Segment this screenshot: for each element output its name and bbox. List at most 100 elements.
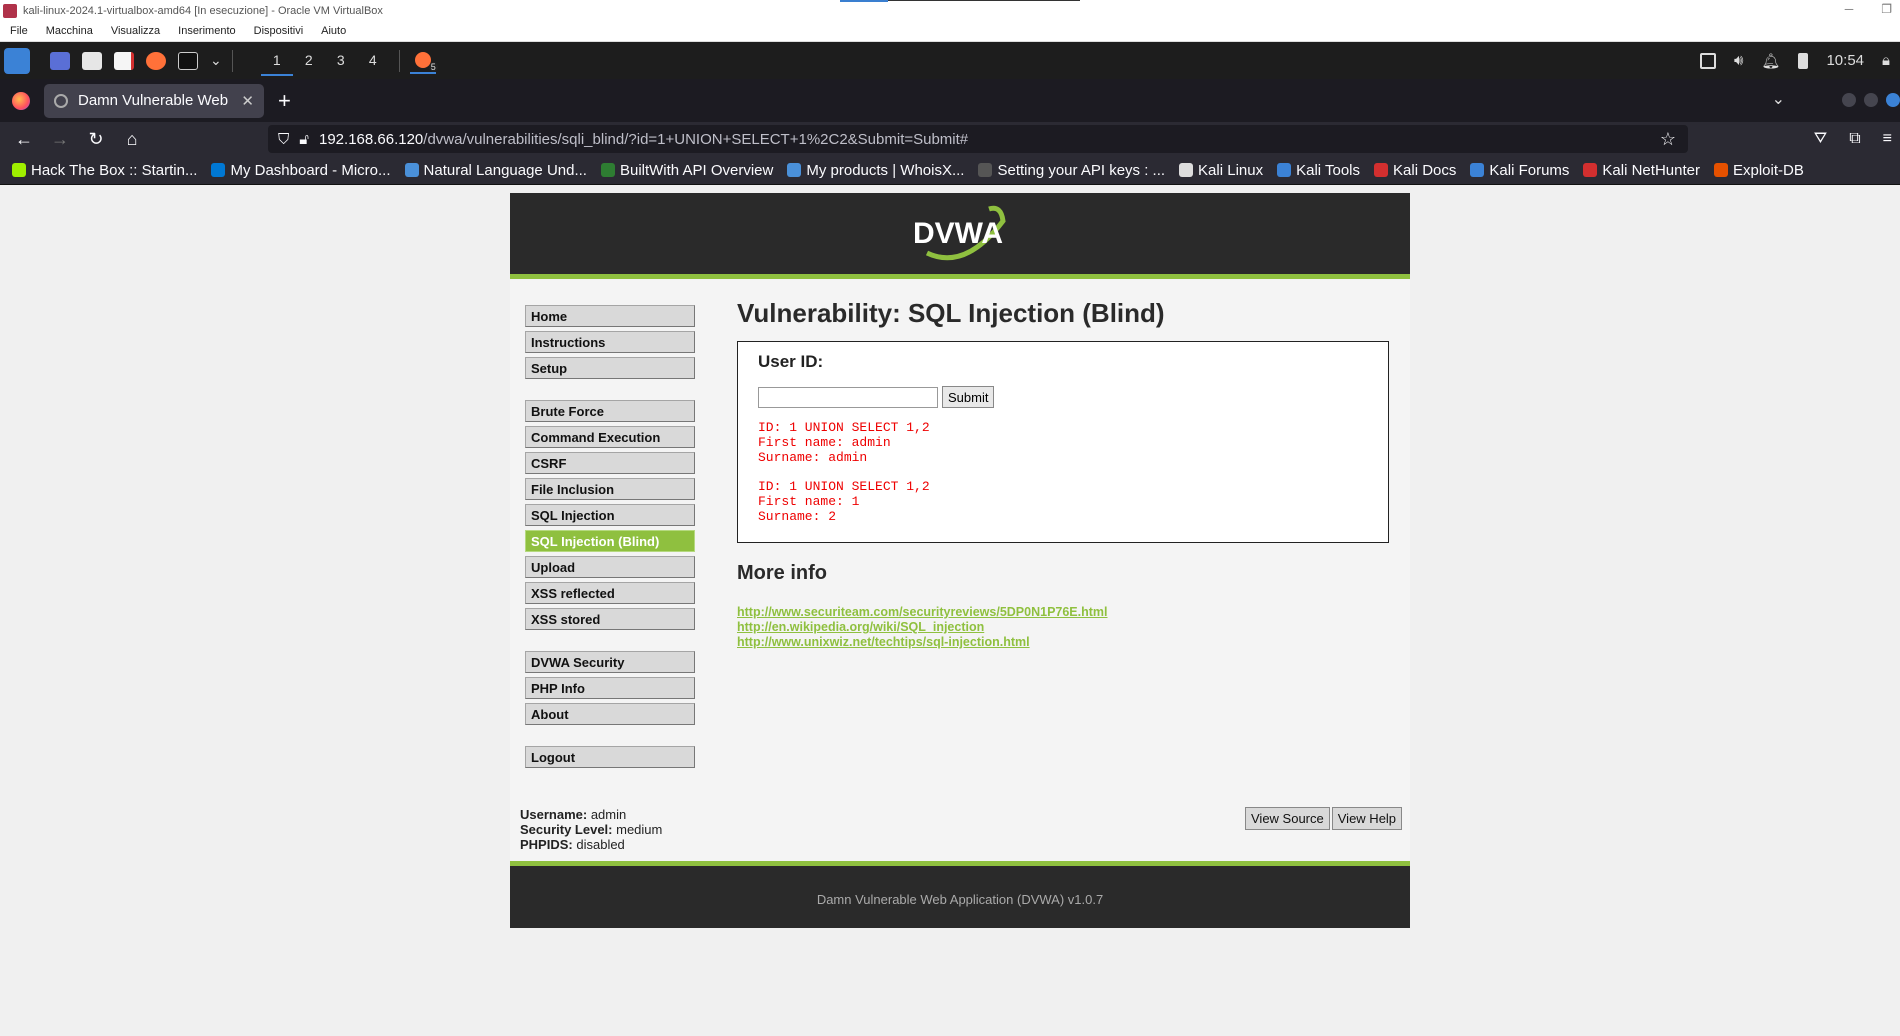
sidebar-item-home[interactable]: Home: [525, 305, 695, 327]
username-value: admin: [590, 807, 627, 822]
bookmark-item[interactable]: My Dashboard - Micro...: [211, 162, 391, 179]
url-bar[interactable]: ⛉ 🔓︎ 192.168.66.120/dvwa/vulnerabilities…: [268, 125, 1688, 153]
menu-icon[interactable]: ≡: [1883, 130, 1892, 148]
display-icon[interactable]: [1699, 52, 1716, 69]
sidebar-item-logout[interactable]: Logout: [525, 746, 695, 768]
shield-icon[interactable]: ⛉: [278, 131, 289, 148]
files-icon[interactable]: [82, 51, 102, 70]
link-unixwiz[interactable]: http://www.unixwiz.net/techtips/sql-inje…: [737, 635, 1389, 650]
sidebar-item-brute-force[interactable]: Brute Force: [525, 400, 695, 422]
sidebar-item-about[interactable]: About: [525, 703, 695, 725]
new-tab-button[interactable]: +: [278, 88, 291, 114]
battery-icon[interactable]: [1798, 52, 1809, 69]
reload-icon[interactable]: ↻: [78, 129, 114, 150]
link-securiteam[interactable]: http://www.securiteam.com/securityreview…: [737, 605, 1389, 620]
sidebar-item-php-info[interactable]: PHP Info: [525, 677, 695, 699]
view-help-button[interactable]: View Help: [1331, 807, 1403, 830]
bookmark-item[interactable]: Kali Forums: [1470, 162, 1569, 179]
bookmark-favicon-icon: [1583, 163, 1598, 177]
terminal-icon[interactable]: [178, 51, 198, 70]
close-tab-icon[interactable]: ✕: [241, 92, 254, 110]
bookmark-item[interactable]: Hack The Box :: Startin...: [12, 162, 197, 179]
menu-inserimento[interactable]: Inserimento: [178, 25, 235, 37]
firefox-icon[interactable]: [146, 51, 166, 70]
sidebar-item-setup[interactable]: Setup: [525, 357, 695, 379]
bookmark-label: BuiltWith API Overview: [619, 161, 774, 179]
workspace-1[interactable]: 1: [260, 46, 293, 76]
volume-icon[interactable]: 🔊︎: [1734, 52, 1743, 69]
sidebar-item-sql-injection-blind[interactable]: SQL Injection (Blind): [525, 530, 695, 552]
window-button-3[interactable]: [1886, 93, 1900, 107]
bookmark-item[interactable]: Natural Language Und...: [404, 162, 587, 179]
bookmark-item[interactable]: Kali Tools: [1277, 162, 1360, 179]
kali-panel: ⌄ 1 2 3 4 5 🔊︎ 🔔︎ 10:54 🔒︎: [0, 42, 1900, 79]
bookmarks-bar: Hack The Box :: Startin... My Dashboard -…: [0, 156, 1900, 185]
firefox-view-icon[interactable]: [12, 91, 30, 110]
result-id: ID: 1 UNION SELECT 1,2: [758, 479, 930, 494]
home-icon[interactable]: ⌂: [114, 129, 150, 150]
bell-icon[interactable]: 🔔︎: [1761, 52, 1780, 70]
insecure-lock-icon[interactable]: 🔓︎: [299, 131, 309, 148]
submit-button[interactable]: Submit: [942, 386, 995, 408]
list-tabs-icon[interactable]: ⌄: [1772, 89, 1785, 109]
bookmark-item[interactable]: Kali Docs: [1374, 162, 1456, 179]
user-id-label: User ID:: [758, 352, 824, 371]
forward-icon[interactable]: →: [42, 129, 78, 150]
tab-dvwa[interactable]: Damn Vulnerable Web Ap ✕: [44, 83, 264, 118]
restore-icon[interactable]: ❐: [1881, 2, 1892, 16]
bookmark-item[interactable]: Kali Linux: [1179, 162, 1263, 179]
sidebar-item-command-execution[interactable]: Command Execution: [525, 426, 695, 448]
link-wikipedia[interactable]: http://en.wikipedia.org/wiki/SQL_injecti…: [737, 620, 1389, 635]
window-button-1[interactable]: [1842, 93, 1856, 107]
pocket-icon[interactable]: ⛛: [1814, 130, 1827, 148]
clock[interactable]: 10:54: [1826, 52, 1864, 69]
lock-icon[interactable]: 🔒︎: [1882, 52, 1890, 69]
bookmark-item[interactable]: Kali NetHunter: [1583, 162, 1700, 179]
dvwa-page: DVWA Home Instructions Setup Brute Force Com…: [510, 193, 1410, 928]
result-block-2: ID: 1 UNION SELECT 1,2 First name: 1 Surna…: [758, 479, 1368, 524]
menu-dispositivi[interactable]: Dispositivi: [254, 25, 304, 37]
sidebar-item-sql-injection[interactable]: SQL Injection: [525, 504, 695, 526]
dvwa-logo: DVWA: [905, 199, 1015, 269]
workspace-switcher: 1 2 3 4: [260, 46, 389, 76]
sidebar-item-csrf[interactable]: CSRF: [525, 452, 695, 474]
kali-menu-icon[interactable]: [4, 47, 30, 74]
bookmark-favicon-icon: [1179, 163, 1194, 177]
firefox-task-icon[interactable]: 5: [409, 48, 438, 74]
window-button-2[interactable]: [1864, 93, 1878, 107]
bookmark-favicon-icon: [1470, 163, 1485, 177]
user-id-input[interactable]: [758, 386, 938, 408]
loading-icon: [54, 93, 68, 108]
tab-strip: Damn Vulnerable Web Ap ✕ + ⌄: [0, 79, 1900, 122]
sidebar-item-file-inclusion[interactable]: File Inclusion: [525, 478, 695, 500]
chevron-down-icon[interactable]: ⌄: [210, 52, 222, 69]
sidebar-item-upload[interactable]: Upload: [525, 556, 695, 578]
bookmark-item[interactable]: Setting your API keys : ...: [978, 162, 1165, 179]
workspace-2[interactable]: 2: [293, 46, 325, 76]
menu-file[interactable]: File: [10, 25, 28, 37]
bookmark-item[interactable]: Exploit-DB: [1713, 162, 1804, 179]
sidebar-item-dvwa-security[interactable]: DVWA Security: [525, 651, 695, 673]
editor-icon[interactable]: [114, 51, 134, 70]
view-source-button[interactable]: View Source: [1245, 807, 1330, 830]
extensions-icon[interactable]: ⧉: [1849, 130, 1860, 148]
menu-visualizza[interactable]: Visualizza: [111, 25, 160, 37]
sidebar-item-xss-stored[interactable]: XSS stored: [525, 608, 695, 630]
menu-aiuto[interactable]: Aiuto: [321, 25, 346, 37]
bookmark-item[interactable]: My products | WhoisX...: [787, 162, 964, 179]
bookmark-label: Hack The Box :: Startin...: [31, 161, 198, 179]
bookmark-item[interactable]: BuiltWith API Overview: [600, 161, 774, 179]
bookmark-star-icon[interactable]: ☆: [1660, 129, 1676, 150]
workspace-3[interactable]: 3: [325, 46, 357, 76]
minimize-icon[interactable]: ─: [1845, 2, 1854, 16]
progress-indicator: [840, 0, 1080, 2]
workspace-4[interactable]: 4: [357, 46, 389, 76]
logo-text: DVWA: [913, 217, 1003, 250]
sidebar-item-xss-reflected[interactable]: XSS reflected: [525, 582, 695, 604]
tab-title: Damn Vulnerable Web Ap: [78, 92, 231, 109]
menu-macchina[interactable]: Macchina: [46, 25, 93, 37]
back-icon[interactable]: ←: [6, 129, 42, 150]
desktop-icon[interactable]: [50, 51, 70, 70]
sidebar-item-instructions[interactable]: Instructions: [525, 331, 695, 353]
security-level-value: medium: [616, 822, 663, 837]
